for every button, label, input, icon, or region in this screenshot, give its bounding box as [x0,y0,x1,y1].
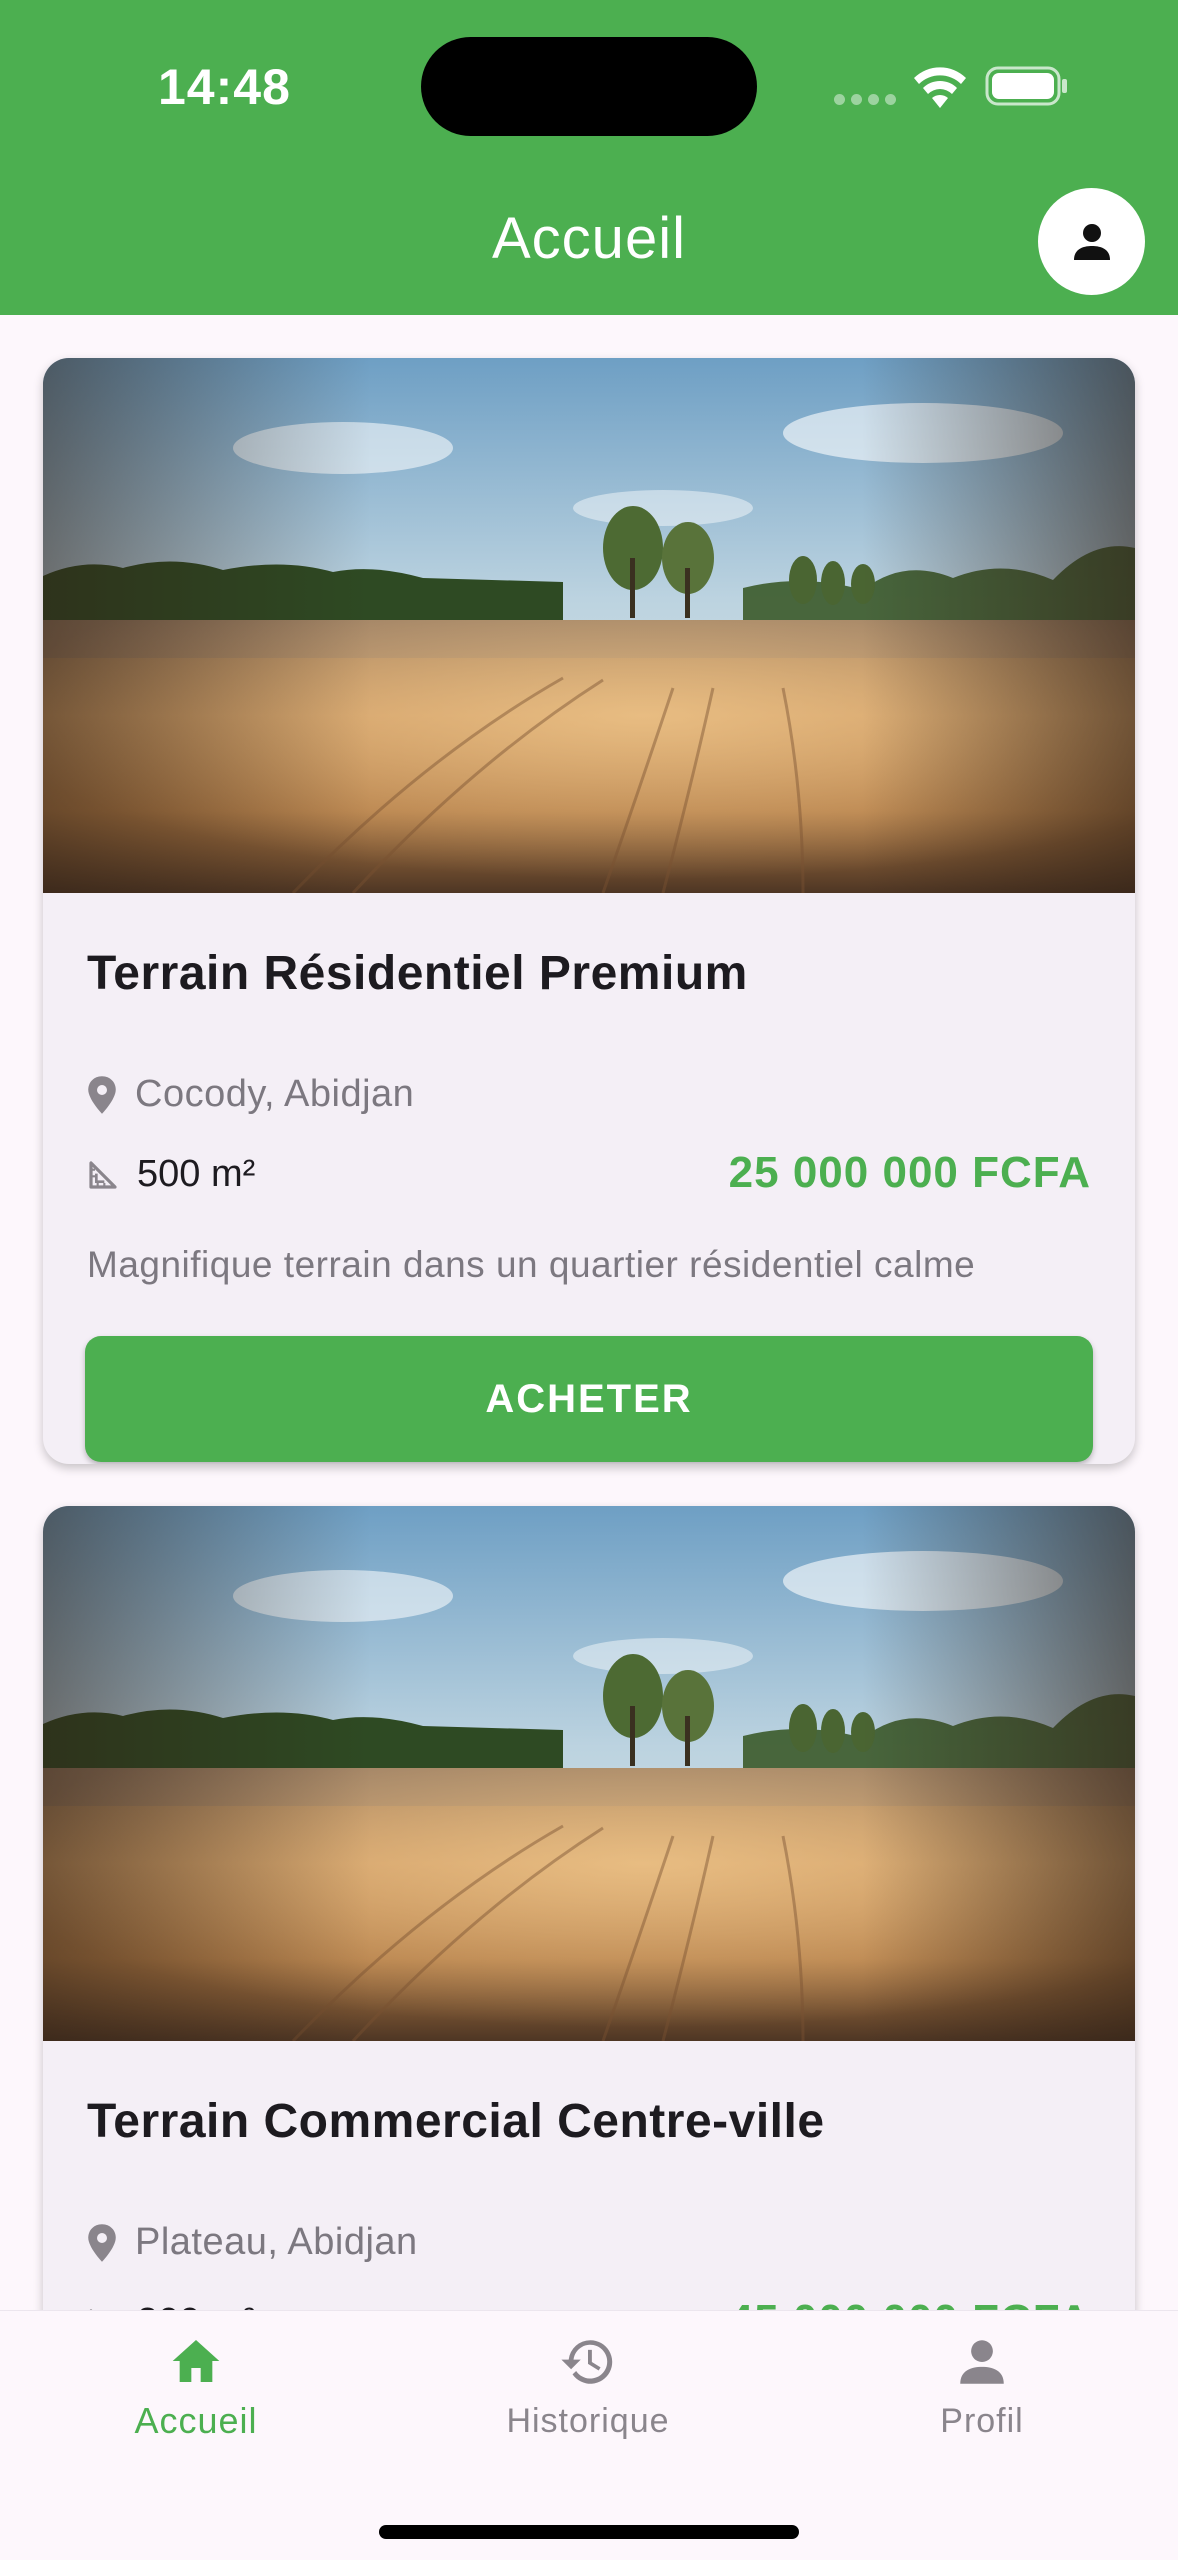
home-indicator[interactable] [379,2525,799,2539]
person-icon [960,2340,1004,2384]
listing-price: 25 000 000 FCFA [728,1148,1091,1197]
listing-description: Magnifique terrain dans un quartier rési… [87,1244,976,1285]
dynamic-island [421,37,757,136]
listing-area: 500 m² [87,1153,255,1196]
buy-button[interactable]: ACHETER [85,1336,1093,1462]
nav-item-profil[interactable]: Profil [852,2333,1112,2441]
square-foot-icon [89,1160,117,1189]
nav-label: Profil [940,2402,1024,2440]
listing-title: Terrain Résidentiel Premium [87,947,748,1000]
land-photo [43,1506,1135,2041]
nav-item-accueil[interactable]: Accueil [66,2333,326,2442]
home-icon [172,2340,220,2382]
location-pin-icon [88,2223,116,2262]
bottom-navigation: Accueil Historique Profil [0,2310,1178,2560]
person-icon [1073,223,1110,260]
area-text: 800 m² [137,2301,255,2310]
app-header: 14:48 Accueil [0,0,1178,315]
listing-area: 800 m² [87,2301,255,2310]
history-icon [561,2340,613,2384]
location-text: Plateau, Abidjan [135,2221,418,2263]
listing-location: Cocody, Abidjan [87,1073,414,1116]
nav-label: Historique [506,2402,670,2440]
profile-button[interactable] [1038,188,1145,295]
status-time: 14:48 [158,59,291,115]
wifi-icon [914,67,966,108]
location-text: Cocody, Abidjan [135,1073,415,1115]
nav-item-historique[interactable]: Historique [458,2333,718,2441]
area-text: 500 m² [137,1153,256,1195]
listing-card[interactable]: Terrain Commercial Centre-ville Plateau,… [43,1506,1135,2310]
nav-label: Accueil [134,2400,258,2441]
listing-list[interactable]: Terrain Résidentiel Premium Cocody, Abid… [0,315,1178,2310]
listing-location: Plateau, Abidjan [87,2221,418,2264]
listing-card[interactable]: Terrain Résidentiel Premium Cocody, Abid… [43,358,1135,1464]
location-pin-icon [88,1075,116,1114]
page-title: Accueil [492,206,686,271]
listing-price: 45 000 000 FCFA [729,2296,1091,2310]
battery-icon [985,66,1067,106]
cellular-signal-icon [834,92,902,110]
land-photo [43,358,1135,893]
listing-title: Terrain Commercial Centre-ville [87,2095,825,2148]
